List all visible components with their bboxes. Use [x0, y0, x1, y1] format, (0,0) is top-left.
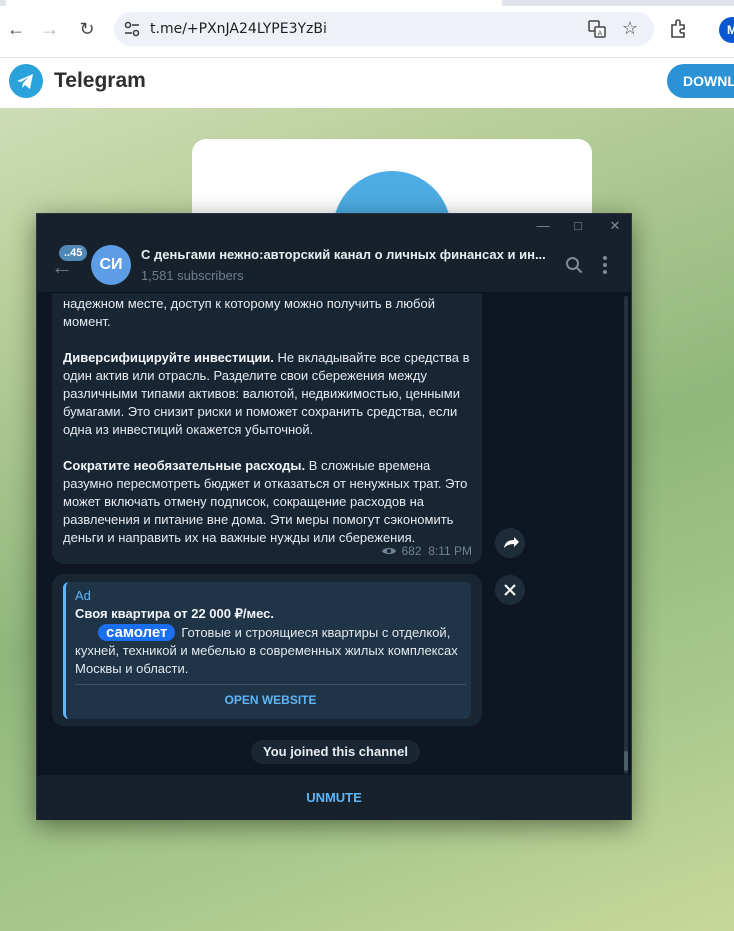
scrollbar-thumb[interactable]: [624, 751, 628, 771]
extensions-puzzle-icon[interactable]: [668, 17, 690, 39]
bookmark-star-icon[interactable]: ☆: [622, 18, 638, 39]
telegram-desktop-window: — □ ✕ ← ..45 СИ С деньгами нежно:авторск…: [36, 213, 632, 820]
ad-brand-logo: самолет: [98, 624, 176, 641]
message-text: надежном месте, доступ к которому можно …: [63, 295, 475, 565]
views-eye-icon: [382, 548, 397, 554]
message-bubble[interactable]: надежном месте, доступ к которому можно …: [52, 293, 482, 564]
maximize-icon[interactable]: □: [564, 216, 592, 236]
svg-text:A: A: [598, 30, 603, 38]
service-message: You joined this channel: [251, 740, 420, 764]
address-bar[interactable]: t.me/+PXnJA24LYPE3YzBi A ☆: [114, 12, 654, 46]
telegram-logo-icon: [9, 64, 43, 98]
message-paragraph: надежном месте, доступ к которому можно …: [63, 296, 435, 329]
ad-title: Своя квартира от 22 000 ₽/мес.: [75, 606, 275, 621]
message-paragraph: Сократите необязательные расходы. В слож…: [63, 458, 468, 545]
browser-toolbar: ← → ↻ t.me/+PXnJA24LYPE3YzBi A ☆ M: [0, 0, 734, 57]
close-ad-button[interactable]: [495, 575, 525, 605]
reload-icon[interactable]: ↻: [75, 17, 99, 41]
channel-avatar[interactable]: СИ: [91, 245, 131, 285]
unmute-button[interactable]: UNMUTE: [37, 775, 631, 820]
back-arrow-icon[interactable]: ←: [4, 17, 28, 41]
open-website-button[interactable]: OPEN WEBSITE: [75, 688, 466, 712]
forward-button[interactable]: [495, 528, 525, 558]
url-text[interactable]: t.me/+PXnJA24LYPE3YzBi: [150, 21, 327, 37]
minimize-icon[interactable]: —: [529, 216, 557, 236]
download-button[interactable]: DOWNLO: [667, 64, 734, 98]
sponsored-message: Ad Своя квартира от 22 000 ₽/мес. самоле…: [52, 574, 482, 726]
ad-divider: [75, 684, 466, 685]
bottom-bar: UNMUTE: [37, 774, 631, 820]
unread-badge: ..45: [59, 245, 88, 261]
channel-title[interactable]: С деньгами нежно:авторский канал о личны…: [141, 247, 561, 262]
share-arrow-icon: [504, 537, 519, 548]
translate-icon[interactable]: A: [588, 20, 606, 38]
ad-card[interactable]: Ad Своя квартира от 22 000 ₽/мес. самоле…: [63, 582, 471, 719]
scrollbar[interactable]: [624, 296, 628, 774]
close-window-icon[interactable]: ✕: [601, 216, 629, 236]
telegram-web-header: Telegram DOWNLO: [0, 57, 734, 108]
chat-area[interactable]: надежном месте, доступ к которому можно …: [37, 293, 631, 774]
ad-body: самолет Готовые и строящиеся квартиры с о…: [75, 624, 470, 678]
forward-arrow-icon[interactable]: →: [38, 17, 62, 41]
more-vertical-icon[interactable]: [603, 255, 607, 275]
message-meta: 682 8:11 PM: [381, 544, 472, 558]
subscriber-count: 1,581 subscribers: [141, 268, 244, 283]
search-icon[interactable]: [565, 256, 583, 274]
message-paragraph: Диверсифицируйте инвестиции. Не вкладыва…: [63, 350, 470, 437]
chat-header: ← ..45 СИ С деньгами нежно:авторский кан…: [37, 238, 631, 293]
profile-avatar[interactable]: M: [719, 17, 734, 43]
message-time: 8:11 PM: [428, 544, 472, 558]
tab-strip: [0, 0, 734, 6]
view-count: 682: [401, 544, 422, 558]
close-icon: [504, 584, 516, 596]
window-titlebar: — □ ✕: [37, 214, 631, 238]
telegram-brand: Telegram: [54, 69, 146, 92]
ad-label: Ad: [75, 588, 91, 603]
site-info-icon[interactable]: [122, 19, 142, 39]
active-tab[interactable]: [6, 0, 502, 6]
